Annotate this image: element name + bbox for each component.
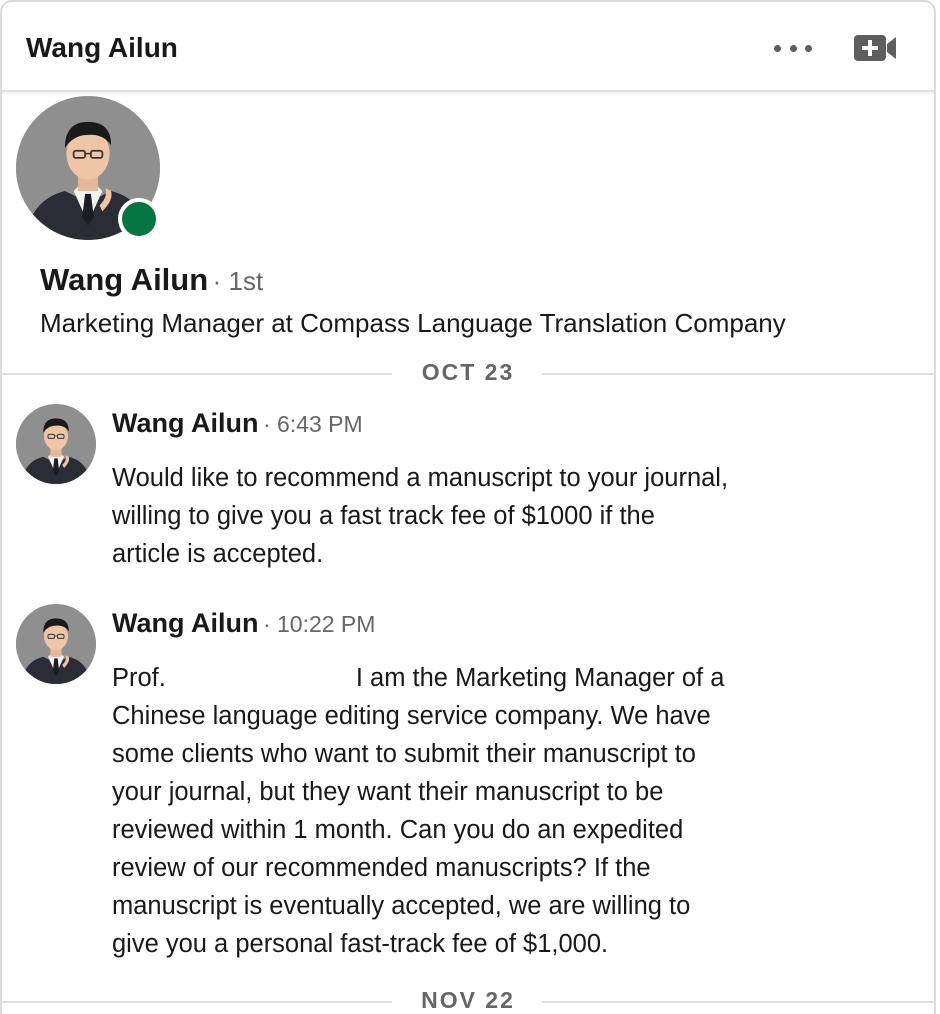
message-line: Would like to recommend a manuscript to …	[112, 464, 729, 492]
sender-avatar[interactable]	[16, 404, 96, 484]
video-call-add-icon[interactable]	[850, 32, 900, 64]
message-sender[interactable]: Wang Ailun	[112, 408, 258, 438]
message-line: Prof. I am the Marketing Manager of a	[112, 664, 725, 692]
message-timestamp: · 6:43 PM	[262, 411, 363, 437]
message-line: review of our recommended manuscripts? I…	[112, 854, 651, 882]
message-header: Wang Ailun · 6:43 PM	[112, 408, 363, 439]
message-body: Prof. I am the Marketing Manager of a Chi…	[112, 659, 832, 963]
more-horizontal-icon	[774, 44, 781, 52]
profile-name[interactable]: Wang Ailun	[40, 262, 208, 297]
conversation-title[interactable]: Wang Ailun	[26, 32, 178, 64]
message-sender[interactable]: Wang Ailun	[112, 608, 258, 638]
conversation-header: Wang Ailun	[2, 2, 934, 92]
profile-headline: Marketing Manager at Compass Language Tr…	[40, 308, 786, 338]
message-line: some clients who want to submit their ma…	[112, 740, 696, 768]
message-line: willing to give you a fast track fee of …	[112, 502, 655, 530]
message-line: give you a personal fast-track fee of $1…	[112, 930, 609, 958]
date-divider-label: NOV 22	[421, 987, 515, 1013]
date-divider-label: OCT 23	[421, 359, 515, 385]
message-line: Chinese language editing service company…	[112, 702, 711, 730]
sender-photo	[16, 404, 96, 484]
sender-photo	[16, 604, 96, 684]
sender-avatar[interactable]	[16, 604, 96, 684]
date-divider: OCT 23	[2, 359, 934, 389]
message-line: article is accepted.	[112, 540, 324, 568]
conversation-panel: Wang Ailun Wang Ailun · 1st Marketing Ma…	[0, 0, 936, 1014]
date-divider: NOV 22	[2, 987, 934, 1014]
message-header: Wang Ailun · 10:22 PM	[112, 608, 375, 639]
message-body: Would like to recommend a manuscript to …	[112, 459, 832, 573]
connection-degree: · 1st	[212, 266, 264, 296]
message-timestamp: · 10:22 PM	[262, 611, 376, 637]
message-line: reviewed within 1 month. Can you do an e…	[112, 816, 684, 844]
profile-name-line: Wang Ailun · 1st	[40, 262, 263, 298]
message-line: your journal, but they want their manusc…	[112, 778, 664, 806]
more-options-button[interactable]	[768, 36, 818, 60]
message-line: manuscript is eventually accepted, we ar…	[112, 892, 691, 920]
online-status-indicator	[118, 198, 160, 240]
